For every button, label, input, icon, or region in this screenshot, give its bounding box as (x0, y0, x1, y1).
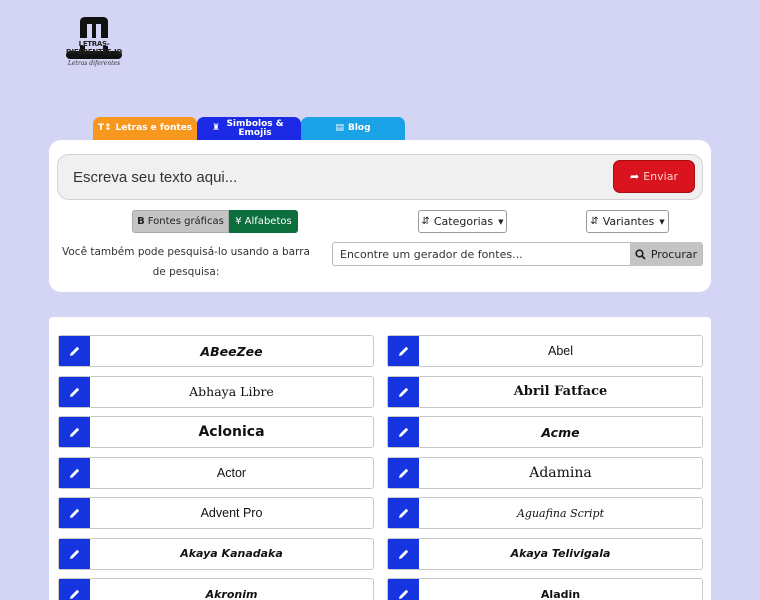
edit-font-button[interactable] (388, 498, 419, 528)
font-name: Adamina (529, 464, 592, 481)
pencil-icon (398, 589, 408, 599)
font-name: Acme (541, 424, 580, 440)
tab-blog[interactable]: ▤ Blog (301, 117, 405, 140)
font-list-item[interactable]: Akronim (58, 578, 374, 600)
variantes-dropdown[interactable]: ⇵ Variantes ▼ (586, 210, 669, 233)
search-input[interactable] (333, 243, 632, 265)
edit-font-button[interactable] (59, 336, 90, 366)
logo-subtitle: Letras diferentes (67, 60, 121, 67)
font-list: ABeeZee Abel Abhaya Libre Abril Fatface Aclo… (49, 317, 711, 600)
edit-font-button[interactable] (59, 579, 90, 600)
search-button[interactable]: Procurar (630, 242, 702, 266)
edit-font-button[interactable] (59, 417, 90, 447)
sort-icon: ⇵ (590, 216, 599, 227)
tab-letras-e-fontes[interactable]: T↕ Letras e fontes (93, 117, 197, 140)
font-list-item[interactable]: Akaya Kanadaka (58, 537, 374, 570)
font-name: Akaya Telivigala (510, 547, 611, 560)
font-list-item[interactable]: Akaya Telivigala (387, 537, 703, 570)
pencil-icon (69, 427, 79, 437)
toggle-alfabetos[interactable]: ¥ Alfabetos (229, 210, 298, 233)
font-list-item[interactable]: Aclonica (58, 416, 374, 448)
font-list-item[interactable]: Abel (387, 335, 703, 367)
edit-font-button[interactable] (59, 376, 90, 407)
main-tabs: T↕ Letras e fontes ♜ Simbolos & Emojis ▤… (93, 117, 405, 140)
toggle-fontes-graficas[interactable]: B Fontes gráficas (132, 210, 229, 233)
edit-font-button[interactable] (59, 538, 90, 569)
font-name: Aladin (540, 587, 581, 600)
pencil-icon (69, 346, 79, 356)
bold-b-icon: B (137, 216, 145, 227)
text-input-bar[interactable]: Escreva seu texto aqui... ➦ Enviar (57, 154, 703, 200)
edit-font-button[interactable] (59, 457, 90, 488)
dropdown-label: Variantes (602, 215, 655, 228)
share-icon: ➦ (630, 170, 640, 183)
toggle-label: Fontes gráficas (147, 216, 224, 227)
toggle-label: Alfabetos (244, 216, 292, 227)
font-list-item[interactable]: Acme (387, 416, 703, 448)
font-search: Procurar (332, 242, 703, 266)
site-logo[interactable]: LETRAS-DIFERENTES.IO Letras diferentes (56, 16, 132, 72)
edit-font-button[interactable] (388, 538, 419, 569)
send-label: Enviar (643, 170, 678, 183)
font-name: Akronim (205, 587, 258, 600)
edit-font-button[interactable] (388, 376, 419, 407)
pencil-icon (398, 387, 408, 397)
caret-down-icon: ▼ (659, 217, 665, 226)
font-list-item[interactable]: Abril Fatface (387, 375, 703, 408)
categorias-dropdown[interactable]: ⇵ Categorias ▼ (418, 210, 507, 233)
font-name: Abhaya Libre (189, 384, 274, 399)
edit-font-button[interactable] (388, 417, 419, 447)
controls-panel: Escreva seu texto aqui... ➦ Enviar B Fon… (49, 140, 711, 292)
font-name: Aguafina Script (516, 506, 605, 520)
font-list-item[interactable]: Aguafina Script (387, 497, 703, 529)
search-button-label: Procurar (650, 247, 698, 261)
pencil-icon (69, 468, 79, 478)
font-name: Advent Pro (200, 506, 263, 520)
tab-label: Simbolos & Emojis (226, 118, 284, 138)
font-size-icon: T↕ (97, 123, 112, 133)
pencil-icon (398, 508, 408, 518)
pencil-icon (398, 549, 408, 559)
edit-font-button[interactable] (388, 579, 419, 600)
chess-icon: ♜ (211, 123, 221, 133)
edit-font-button[interactable] (59, 498, 90, 528)
font-list-item[interactable]: Adamina (387, 456, 703, 489)
caret-down-icon: ▼ (498, 217, 504, 226)
font-name: Akaya Kanadaka (180, 547, 283, 560)
font-name: Abel (547, 344, 574, 358)
pencil-icon (398, 468, 408, 478)
font-name: Aclonica (198, 424, 265, 440)
font-type-toggle: B Fontes gráficas ¥ Alfabetos (132, 210, 298, 233)
tab-label: Letras e fontes (115, 123, 193, 133)
text-input[interactable]: Escreva seu texto aqui... (73, 169, 237, 186)
send-button[interactable]: ➦ Enviar (613, 160, 695, 193)
edit-font-button[interactable] (388, 336, 419, 366)
font-list-item[interactable]: ABeeZee (58, 335, 374, 367)
font-list-item[interactable]: Aladin (387, 578, 703, 600)
yen-icon: ¥ (235, 216, 242, 227)
pencil-icon (398, 346, 408, 356)
search-icon (635, 248, 646, 260)
pencil-icon (69, 508, 79, 518)
font-name: Abril Fatface (513, 384, 608, 399)
edit-font-button[interactable] (388, 457, 419, 488)
font-name: Actor (216, 465, 247, 480)
search-hint: Você também pode pesquisá-lo usando a ba… (62, 246, 310, 278)
sort-icon: ⇵ (421, 216, 430, 227)
dropdown-label: Categorias (433, 215, 494, 228)
logo-text: LETRAS-DIFERENTES.IO (66, 40, 122, 56)
tab-simbolos-emojis[interactable]: ♜ Simbolos & Emojis (197, 117, 301, 140)
font-list-item[interactable]: Advent Pro (58, 497, 374, 529)
font-list-item[interactable]: Actor (58, 456, 374, 489)
pencil-icon (398, 427, 408, 437)
pencil-icon (69, 589, 79, 599)
tab-label: Blog (347, 123, 371, 133)
newspaper-icon: ▤ (335, 123, 344, 133)
font-name: ABeeZee (200, 343, 263, 359)
font-list-item[interactable]: Abhaya Libre (58, 375, 374, 408)
pencil-icon (69, 549, 79, 559)
pencil-icon (69, 387, 79, 397)
